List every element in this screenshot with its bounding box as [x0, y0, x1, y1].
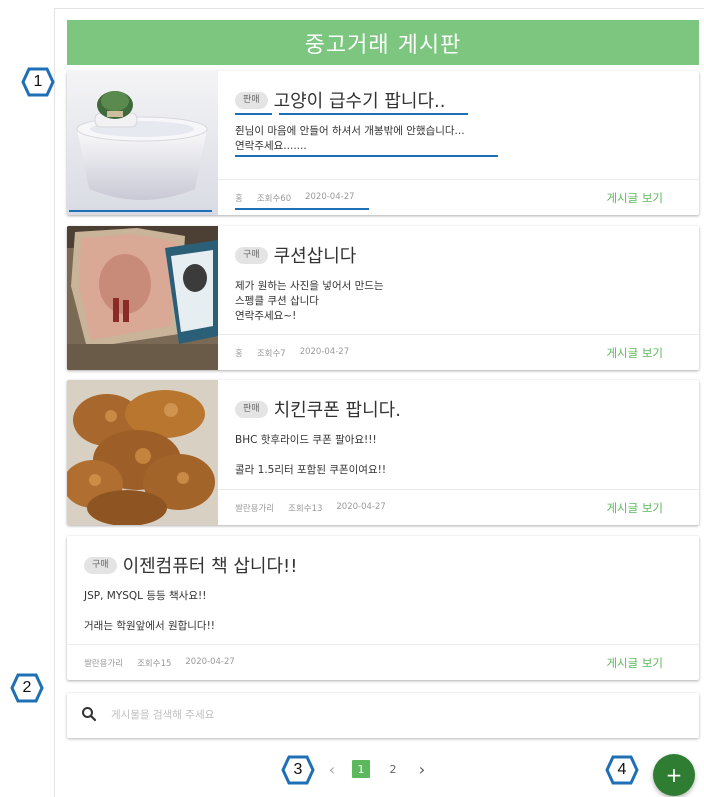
post-views: 조회수15 [137, 659, 172, 669]
pagination: ‹ 1 2 › [326, 758, 428, 780]
post-meta: 홍 조회수7 2020-04-27 [235, 347, 349, 359]
post-title[interactable]: 고양이 급수기 팝니다.. [274, 87, 446, 113]
post-date: 2020-04-27 [299, 347, 350, 357]
post-thumbnail-fried-chicken [67, 380, 218, 525]
annotation-badge-2: 2 [10, 673, 44, 703]
post-card[interactable]: 판매 치킨쿠폰 팝니다. BHC 핫후라이드 쿠폰 팔아요!!! 콜라 1.5리… [67, 380, 699, 525]
view-post-link[interactable]: 게시글 보기 [606, 500, 663, 516]
post-meta: 쌀란용가리 조회수15 2020-04-27 [84, 657, 235, 669]
post-footer: 쌀란용가리 조회수15 2020-04-27 게시글 보기 [67, 644, 699, 680]
post-meta: 쌀란용가리 조회수13 2020-04-27 [235, 502, 386, 514]
annotation-underline-title [279, 113, 468, 115]
post-tag-chip: 판매 [235, 400, 268, 418]
post-title-row: 판매 고양이 급수기 팝니다.. [235, 87, 446, 113]
post-date: 2020-04-27 [185, 657, 235, 667]
post-date: 2020-04-27 [336, 502, 386, 512]
post-footer: 쌀란용가리 조회수13 2020-04-27 게시글 보기 [218, 489, 699, 525]
annotation-badge-3: 3 [281, 755, 315, 785]
post-body: 판매 고양이 급수기 팝니다.. 쥔님이 마음에 안들어 하셔서 개봉밖에 안했… [218, 71, 699, 215]
annotation-underline-thumbnail [69, 210, 212, 212]
post-description: 쥔님이 마음에 안들어 하셔서 개봉밖에 안했습니다... 연락주세요.....… [235, 125, 465, 152]
post-description: JSP, MYSQL 등등 책사요!! 거래는 학원앞에서 원합니다!! [84, 590, 216, 632]
view-post-link[interactable]: 게시글 보기 [606, 345, 663, 361]
annotation-underline-tag [235, 113, 272, 115]
post-body: 판매 치킨쿠폰 팝니다. BHC 핫후라이드 쿠폰 팔아요!!! 콜라 1.5리… [218, 380, 699, 525]
post-views: 조회수13 [288, 504, 323, 514]
post-title[interactable]: 이젠컴퓨터 책 삽니다!! [123, 552, 298, 578]
annotation-badge-4: 4 [605, 755, 639, 785]
post-thumbnail-cushion [67, 226, 218, 370]
post-title-row: 구매 이젠컴퓨터 책 삽니다!! [84, 552, 297, 578]
post-thumbnail-water-fountain [67, 71, 218, 215]
post-body: 구매 쿠션삽니다 제가 원하는 사진을 넣어서 만드는 스펭클 쿠션 삽니다 연… [218, 226, 699, 370]
post-body: 구매 이젠컴퓨터 책 삽니다!! JSP, MYSQL 등등 책사요!! 거래는… [67, 536, 699, 680]
post-author: 쌀란용가리 [84, 659, 124, 669]
search-input[interactable] [111, 703, 671, 727]
post-views: 조회수60 [256, 194, 292, 204]
post-description: 제가 원하는 사진을 넣어서 만드는 스펭클 쿠션 삽니다 연락주세요~! [235, 280, 384, 322]
post-tag-chip: 판매 [235, 91, 268, 109]
post-card[interactable]: 구매 이젠컴퓨터 책 삽니다!! JSP, MYSQL 등등 책사요!! 거래는… [67, 536, 699, 680]
plus-icon: + [665, 763, 683, 787]
post-title-row: 판매 치킨쿠폰 팝니다. [235, 396, 401, 422]
search-icon [81, 706, 97, 726]
next-page-button[interactable]: › [416, 760, 428, 779]
post-author: 홍 [235, 194, 243, 204]
post-date: 2020-04-27 [305, 192, 355, 202]
view-post-link[interactable]: 게시글 보기 [606, 190, 663, 206]
post-views: 조회수7 [256, 349, 286, 359]
post-card[interactable]: 구매 쿠션삽니다 제가 원하는 사진을 넣어서 만드는 스펭클 쿠션 삽니다 연… [67, 226, 699, 370]
add-post-button[interactable]: + [653, 754, 695, 796]
prev-page-button[interactable]: ‹ [326, 760, 338, 779]
board-title: 중고거래 게시판 [304, 32, 462, 58]
post-footer: 홍 조회수7 2020-04-27 게시글 보기 [218, 334, 699, 370]
post-title[interactable]: 쿠션삽니다 [274, 242, 357, 268]
post-card[interactable]: 판매 고양이 급수기 팝니다.. 쥔님이 마음에 안들어 하셔서 개봉밖에 안했… [67, 71, 699, 215]
annotation-underline-meta [235, 208, 369, 210]
board-header: 중고거래 게시판 [67, 20, 699, 65]
view-post-link[interactable]: 게시글 보기 [606, 655, 663, 671]
post-meta: 홍 조회수60 2020-04-27 [235, 192, 355, 204]
page-button-2[interactable]: 2 [384, 760, 402, 778]
post-description: BHC 핫후라이드 쿠폰 팔아요!!! 콜라 1.5리터 포함된 쿠폰이여요!! [235, 434, 387, 476]
post-author: 쌀란용가리 [235, 504, 275, 514]
annotation-underline-description [235, 155, 498, 157]
search-bar [67, 693, 699, 738]
post-title-row: 구매 쿠션삽니다 [235, 242, 356, 268]
post-tag-chip: 구매 [84, 556, 117, 574]
annotation-badge-1: 1 [21, 67, 55, 97]
post-title[interactable]: 치킨쿠폰 팝니다. [274, 396, 401, 422]
post-author: 홍 [235, 349, 243, 359]
post-tag-chip: 구매 [235, 246, 268, 264]
page-button-1[interactable]: 1 [352, 760, 370, 778]
